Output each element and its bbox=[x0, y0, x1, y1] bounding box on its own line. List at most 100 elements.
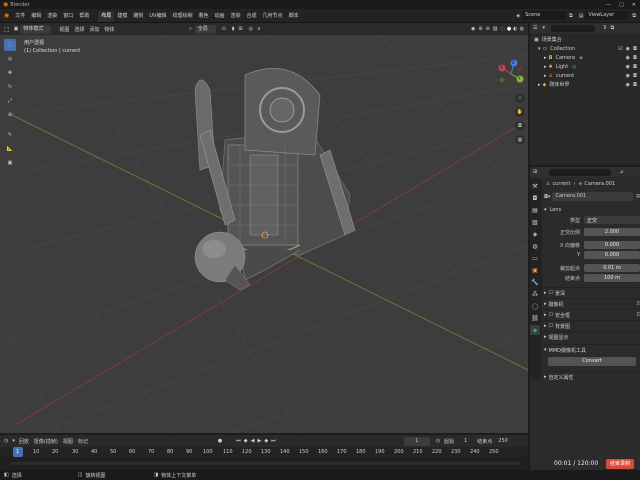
tab-texture-paint[interactable]: 纹理绘制 bbox=[169, 11, 195, 22]
view-layer-tab-icon[interactable]: ▧ bbox=[530, 217, 540, 227]
tool-tab-icon[interactable]: ⚒ bbox=[530, 181, 540, 191]
expand-icon[interactable]: ▸ bbox=[544, 312, 547, 318]
drag-handle-icon[interactable]: ⠿ bbox=[636, 312, 640, 318]
shift-y-field[interactable]: 0.000 bbox=[584, 251, 640, 259]
menu-window[interactable]: 窗口 bbox=[60, 9, 76, 23]
jump-end-icon[interactable]: ⏭ bbox=[271, 438, 276, 444]
proportional-edit-icon[interactable]: ◎ bbox=[249, 26, 253, 32]
outliner-row-camera[interactable]: ▸ ◘ Camera ◈ ◉ ◘ bbox=[530, 53, 640, 62]
annotate-tool-icon[interactable]: ✎ bbox=[4, 129, 16, 141]
panel-checkbox-icon[interactable]: ☐ bbox=[549, 323, 553, 329]
collapse-icon[interactable]: ▾ bbox=[544, 207, 547, 213]
render-icon[interactable]: ◘ bbox=[633, 82, 637, 88]
playback-menu[interactable]: 回放 bbox=[19, 438, 29, 445]
panel-checkbox-icon[interactable]: ☐ bbox=[549, 312, 553, 318]
menu-render[interactable]: 渲染 bbox=[44, 9, 60, 23]
object-tab-icon[interactable]: ▣ bbox=[530, 265, 540, 275]
new-scene-icon[interactable]: ⧉ bbox=[569, 13, 573, 19]
rotate-tool-icon[interactable]: ↻ bbox=[4, 81, 16, 93]
new-view-layer-icon[interactable]: ⧉ bbox=[632, 13, 636, 19]
pin-icon[interactable]: ⊿ bbox=[619, 169, 623, 175]
clip-start-field[interactable]: 0.01 m bbox=[584, 264, 640, 272]
convert-button[interactable]: Convert bbox=[548, 356, 636, 366]
falloff-icon[interactable]: ∧ bbox=[257, 26, 261, 32]
camera-view-icon[interactable]: ◘ bbox=[515, 121, 525, 131]
outliner-row-rigidbody[interactable]: ▸ ◆ 刚体世界 ◉ ◘ bbox=[530, 80, 640, 89]
move-tool-icon[interactable]: ✥ bbox=[4, 67, 16, 79]
eye-icon[interactable]: ◉ bbox=[626, 46, 630, 52]
tab-rendering[interactable]: 渲染 bbox=[228, 11, 244, 22]
measure-tool-icon[interactable]: 📐 bbox=[4, 143, 16, 155]
scene-tab-icon[interactable]: ◈ bbox=[530, 229, 540, 239]
overlay-toggle-icon[interactable]: ⊚ bbox=[486, 26, 490, 32]
panel-safe-areas[interactable]: ▸ ☐ 安全框 ⠿ bbox=[544, 309, 640, 320]
expand-icon[interactable]: ▾ bbox=[12, 438, 15, 444]
expand-icon[interactable]: ▾ bbox=[538, 46, 541, 52]
physics-tab-icon[interactable]: ◯ bbox=[530, 301, 540, 311]
datablock-name-field[interactable]: Camera.001 bbox=[552, 192, 634, 201]
visibility-icon[interactable]: ◉ bbox=[471, 26, 475, 32]
expand-icon[interactable]: ▸ bbox=[544, 323, 547, 329]
minimize-icon[interactable]: — bbox=[606, 2, 611, 8]
menu-object[interactable]: 物体 bbox=[104, 26, 114, 33]
timeline-view-menu[interactable]: 视图 bbox=[63, 438, 73, 445]
start-frame-field[interactable]: 1 bbox=[464, 438, 467, 444]
blender-menu-icon[interactable]: ◉ bbox=[4, 12, 9, 19]
tab-sculpting[interactable]: 雕刻 bbox=[130, 11, 146, 22]
play-icon[interactable]: ▶ bbox=[257, 438, 261, 444]
clip-end-field[interactable]: 100 m bbox=[584, 274, 640, 282]
pan-icon[interactable]: ✋ bbox=[515, 107, 525, 117]
transform-tool-icon[interactable]: ⊕ bbox=[4, 109, 16, 121]
play-reverse-icon[interactable]: ◀ bbox=[251, 438, 255, 444]
tab-scripting[interactable]: 脚本 bbox=[286, 11, 302, 22]
panel-depth-of-field[interactable]: ▸ ☐ 景深 bbox=[544, 287, 640, 298]
perspective-toggle-icon[interactable]: ▦ bbox=[515, 135, 525, 145]
collection-tab-icon[interactable]: ▭ bbox=[530, 253, 540, 263]
eye-icon[interactable]: ◉ bbox=[626, 82, 630, 88]
snap-icon[interactable]: ⧫ bbox=[232, 26, 234, 32]
data-tab-icon[interactable]: ◈ bbox=[530, 325, 540, 335]
display-mode-icon[interactable]: ▾ bbox=[542, 25, 545, 31]
jump-key-back-icon[interactable]: ◆ bbox=[244, 438, 248, 444]
menu-edit[interactable]: 编辑 bbox=[28, 9, 44, 23]
particles-tab-icon[interactable]: ⁂ bbox=[530, 289, 540, 299]
expand-icon[interactable]: ▸ bbox=[544, 374, 547, 380]
outliner-root[interactable]: ▣ 场景集合 bbox=[530, 35, 640, 44]
panel-checkbox-icon[interactable]: ☐ bbox=[549, 290, 553, 296]
collapse-icon[interactable]: ▾ bbox=[544, 347, 547, 353]
outliner-row-current[interactable]: ▸ ♙ current ◉ ◘ bbox=[530, 71, 640, 80]
outliner-row-collection[interactable]: ▾ ▭ Collection ☑ ◉ ◘ bbox=[530, 44, 640, 53]
world-tab-icon[interactable]: ◍ bbox=[530, 241, 540, 251]
render-tab-icon[interactable]: ◘ bbox=[530, 193, 540, 203]
expand-icon[interactable]: ▸ bbox=[544, 290, 547, 296]
lens-type-select[interactable]: 正交 bbox=[584, 216, 640, 224]
menu-add[interactable]: 添加 bbox=[89, 26, 99, 33]
eye-icon[interactable]: ◉ bbox=[626, 73, 630, 79]
expand-icon[interactable]: ▸ bbox=[544, 55, 547, 61]
panel-custom-properties[interactable]: ▸ 自定义属性 bbox=[544, 371, 640, 382]
close-icon[interactable]: ✕ bbox=[632, 2, 636, 8]
render-icon[interactable]: ◘ bbox=[633, 46, 637, 52]
menu-file[interactable]: 文件 bbox=[12, 9, 28, 23]
mode-selector[interactable]: 物体模式 bbox=[20, 24, 52, 34]
drag-handle-icon[interactable]: ⠿ bbox=[636, 301, 640, 307]
tab-animation[interactable]: 动画 bbox=[212, 11, 228, 22]
shading-rendered-icon[interactable]: ◍ bbox=[520, 26, 524, 32]
orientation-selector[interactable]: 全局 bbox=[194, 24, 216, 34]
expand-icon[interactable]: ▸ bbox=[544, 301, 547, 307]
panel-mmd-camera-tools[interactable]: ▾ MMD摄像机工具 bbox=[544, 344, 640, 355]
panel-viewport-display[interactable]: ▸ 视图显示 bbox=[544, 331, 640, 342]
outliner-editor-icon[interactable]: ☰ bbox=[533, 25, 537, 31]
preview-range-icon[interactable]: ◷ bbox=[436, 438, 440, 444]
lens-panel-header[interactable]: ▾ Lens bbox=[544, 205, 640, 215]
scene-selector[interactable]: Scene bbox=[522, 11, 567, 20]
expand-icon[interactable]: ▸ bbox=[544, 334, 547, 340]
fake-user-icon[interactable]: ⛨ bbox=[636, 194, 640, 200]
filter-icon[interactable]: ⊽ bbox=[603, 25, 607, 31]
navigation-gizmo[interactable]: X Y Z bbox=[496, 59, 526, 89]
constraints-tab-icon[interactable]: ⛓ bbox=[530, 313, 540, 323]
expand-icon[interactable]: ▸ bbox=[544, 64, 547, 70]
tab-shading[interactable]: 着色 bbox=[195, 11, 211, 22]
keying-menu[interactable]: 抠像(插帧) bbox=[34, 438, 58, 445]
frame-ruler[interactable]: 1 10 20 30 40 50 60 70 80 90 100 110 120… bbox=[0, 447, 528, 457]
